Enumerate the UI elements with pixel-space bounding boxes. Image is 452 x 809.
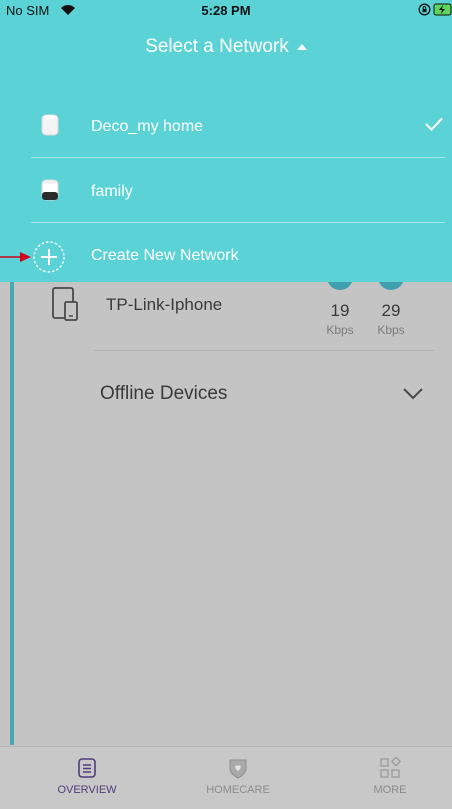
network-name: Deco_my home — [91, 118, 204, 135]
tab-more-label: MORE — [373, 784, 407, 796]
network-name: family — [91, 183, 133, 200]
page-title: Select a Network — [145, 36, 289, 57]
homecare-shield-icon — [229, 759, 247, 779]
deco-device-icon — [41, 179, 59, 201]
status-bar: No SIM 5:28 PM — [0, 0, 452, 20]
deco-device-icon — [41, 114, 59, 136]
annotation-arrow-icon — [0, 252, 31, 262]
status-time: 5:28 PM — [201, 3, 251, 18]
caret-up-icon — [296, 43, 307, 50]
checkmark-icon — [425, 117, 443, 131]
offline-devices-label: Offline Devices — [100, 383, 228, 404]
phone-tablet-icon — [52, 287, 78, 321]
tab-overview-label: OVERVIEW — [57, 784, 117, 796]
orientation-lock-icon — [418, 3, 431, 16]
network-item-family[interactable] — [0, 158, 452, 222]
battery-charging-icon — [433, 3, 452, 16]
tab-overview[interactable]: OVERVIEW — [32, 747, 142, 809]
tab-bar: OVERVIEW HOMECARE MORE — [0, 746, 452, 809]
tab-more[interactable]: MORE — [335, 747, 445, 809]
chevron-down-icon[interactable] — [401, 384, 425, 402]
upload-speed-value: 19 — [330, 301, 350, 320]
more-grid-icon — [380, 757, 401, 778]
tab-homecare-label: HOMECARE — [206, 784, 270, 796]
network-selector-header[interactable]: Select a Network — [0, 36, 452, 58]
create-new-network-label: Create New Network — [91, 247, 239, 264]
download-speed-value: 29 — [381, 301, 401, 320]
tab-homecare[interactable]: HOMECARE — [183, 747, 293, 809]
upload-speed-unit: Kbps — [326, 323, 354, 337]
overview-icon — [78, 758, 96, 778]
divider — [94, 350, 434, 351]
device-name: TP-Link-Iphone — [106, 295, 223, 314]
network-item-deco-my-home[interactable] — [0, 94, 452, 158]
add-circle-icon — [33, 241, 65, 273]
download-speed-unit: Kbps — [377, 323, 405, 337]
network-selector-panel: No SIM 5:28 PM Select a Network Deco_my … — [0, 0, 452, 282]
